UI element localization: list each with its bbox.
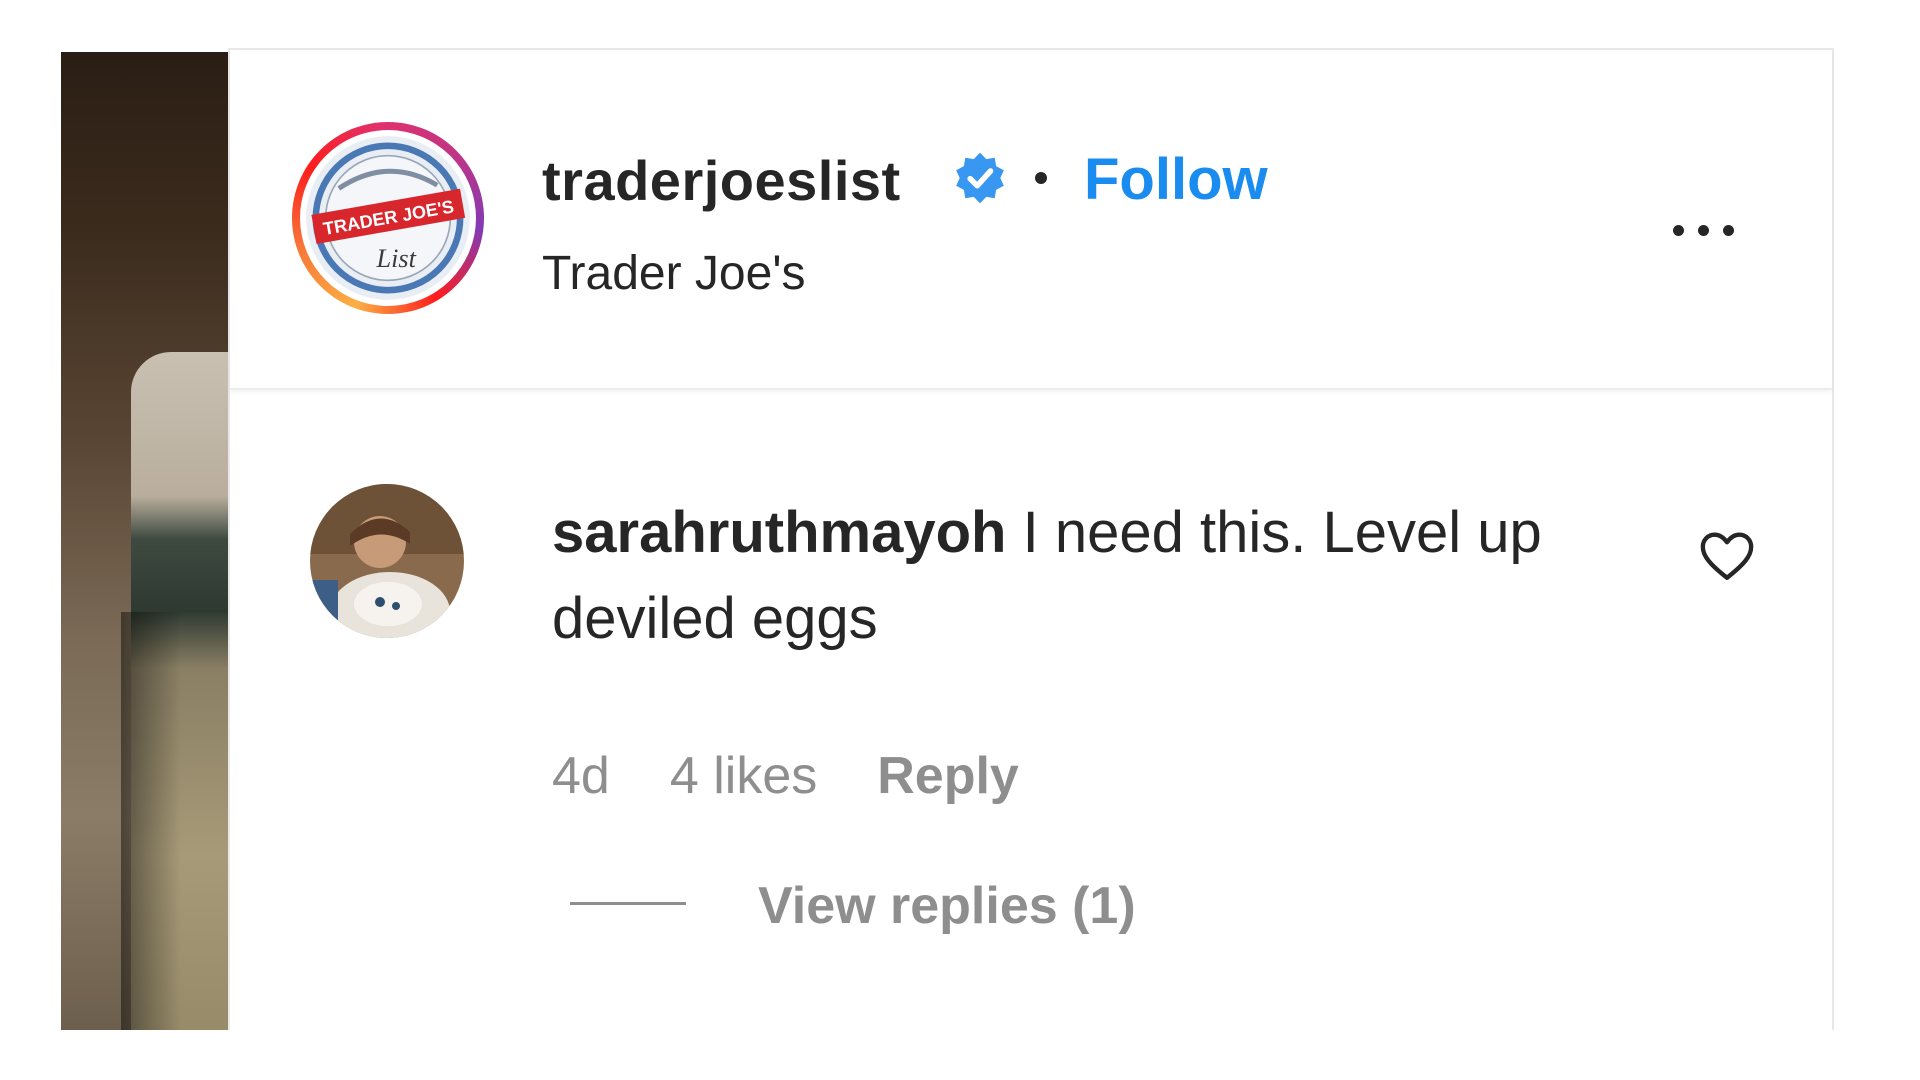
view-replies-button[interactable]: View replies (1) — [758, 876, 1136, 936]
comment-body: sarahruthmayoh I need this. Level up dev… — [552, 490, 1552, 662]
post-image-shadow — [121, 612, 181, 1030]
commenter-avatar[interactable] — [310, 484, 464, 638]
more-dot — [1697, 224, 1709, 236]
comment-age[interactable]: 4d — [552, 746, 610, 806]
commenter-avatar-image — [310, 484, 464, 638]
separator-dot — [1035, 172, 1047, 184]
author-avatar[interactable]: TRADER JOE'S List — [292, 122, 484, 314]
heart-icon[interactable] — [1698, 528, 1756, 584]
instagram-post-view: TRADER JOE'S List traderjoeslist Follow … — [0, 0, 1920, 1080]
more-dot — [1722, 224, 1734, 236]
verified-badge-icon — [956, 152, 1004, 204]
author-avatar-frame: TRADER JOE'S List — [300, 130, 476, 306]
author-subtitle[interactable]: Trader Joe's — [542, 246, 805, 301]
post-side-panel: TRADER JOE'S List traderjoeslist Follow … — [228, 48, 1834, 1030]
comment-meta: 4d 4 likes Reply — [552, 746, 1019, 806]
reply-button[interactable]: Reply — [877, 746, 1019, 806]
post-header: TRADER JOE'S List traderjoeslist Follow … — [230, 50, 1832, 390]
more-options-icon[interactable] — [1648, 200, 1758, 260]
trader-joes-list-logo: TRADER JOE'S List — [306, 136, 470, 300]
more-dot — [1672, 224, 1684, 236]
post-image[interactable] — [61, 52, 228, 1030]
comment-likes[interactable]: 4 likes — [670, 746, 817, 806]
logo-script-text: List — [376, 244, 417, 273]
follow-button[interactable]: Follow — [1084, 146, 1268, 213]
author-username[interactable]: traderjoeslist — [542, 148, 901, 213]
comment-username[interactable]: sarahruthmayoh — [552, 500, 1006, 565]
replies-divider-line — [570, 902, 686, 905]
